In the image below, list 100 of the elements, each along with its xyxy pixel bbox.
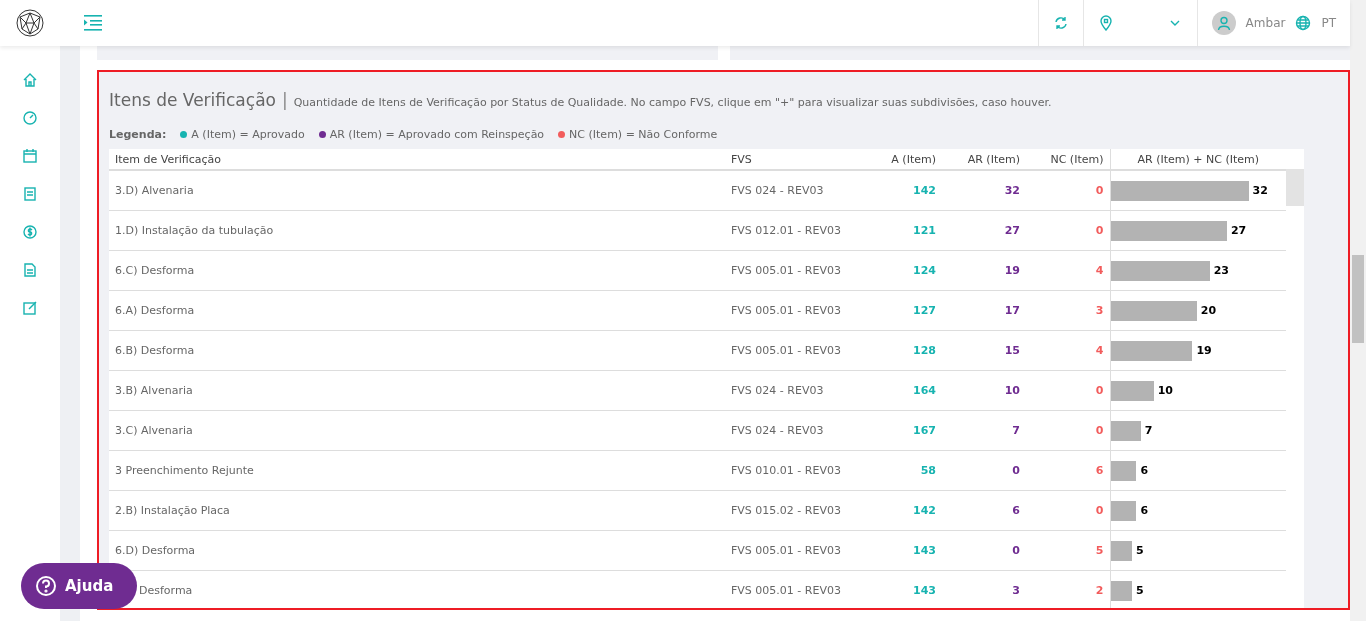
bar [1110, 460, 1137, 481]
panel-subtitle: Quantidade de Itens de Verificação por Status de Qualidade. No campo FVS, clique em "+" para visualizar suas subdivisões, caso houver. [293, 96, 1052, 109]
title-separator: | [281, 90, 288, 110]
bar [1110, 500, 1137, 521]
column-header: FVS [725, 149, 865, 170]
table-cell: 6 [942, 490, 1026, 531]
user-avatar[interactable] [1211, 11, 1236, 35]
globe-icon[interactable] [1295, 15, 1312, 31]
bar-label: 5 [1136, 584, 1144, 597]
bar [1110, 580, 1133, 601]
table-cell: FVS 024 - REV03 [725, 370, 865, 411]
language-selector[interactable]: PT [1321, 16, 1336, 30]
table-cell: 143 [865, 530, 942, 571]
refresh-icon[interactable] [1052, 15, 1069, 31]
bar-label: 5 [1136, 544, 1144, 557]
table-cell: 0 [942, 450, 1026, 491]
table-cell: FVS 005.01 - REV03 [725, 290, 865, 331]
bar-label: 6 [1140, 504, 1149, 517]
table-cell: 6.B) Desforma [109, 330, 725, 371]
table-cell: 0 [1026, 490, 1110, 531]
table-cell: 3.B) Alvenaria [109, 370, 725, 411]
bar-label: 32 [1252, 184, 1268, 197]
table-cell: 4 [1026, 250, 1110, 291]
legend-label: Legenda: [109, 128, 167, 141]
bar-label: 27 [1230, 224, 1247, 237]
table-cell: 121 [865, 210, 942, 251]
table-cell: 17 [942, 290, 1026, 331]
table-cell: 3 [1026, 290, 1110, 331]
table-cell: 0 [942, 530, 1026, 571]
bar-label: 7 [1144, 424, 1153, 437]
table-cell: 164 [865, 370, 942, 411]
table-cell: 3 [942, 570, 1026, 608]
bar-label: 23 [1213, 264, 1229, 277]
column-header: NC (Item) [1026, 149, 1110, 170]
edit-icon[interactable] [22, 300, 38, 316]
table-cell: 7 [942, 410, 1026, 451]
legend-text: NC (Item) = Não Conforme [569, 128, 718, 141]
bar [1110, 540, 1133, 561]
column-header: Item de Verificação [109, 149, 725, 170]
table-cell: 6.C) Desforma [109, 250, 725, 291]
table-cell: 0 [1026, 210, 1110, 251]
table-cell: FVS 012.01 - REV03 [725, 210, 865, 251]
table-cell: FVS 005.01 - REV03 [725, 530, 865, 571]
table-cell: 0 [1026, 370, 1110, 411]
bar-label: 20 [1200, 304, 1217, 317]
bar [1110, 420, 1141, 441]
logo-icon[interactable] [16, 9, 44, 37]
user-name[interactable]: Ambar [1245, 16, 1286, 30]
menu-icon[interactable] [84, 15, 102, 31]
legend-text: AR (Item) = Aprovado com Reinspeção [329, 128, 545, 141]
table-cell: 0 [1026, 410, 1110, 451]
bar-label: 6 [1140, 464, 1149, 477]
table-cell: FVS 005.01 - REV03 [725, 250, 865, 291]
table-cell: 19 [942, 250, 1026, 291]
table-cell: 0 [1026, 170, 1110, 211]
table-cell: 142 [865, 490, 942, 531]
gauge-icon[interactable] [22, 110, 38, 126]
location-pin-icon[interactable] [1097, 15, 1114, 31]
table-cell: 6 [1026, 450, 1110, 491]
scrollbar-thumb[interactable] [1286, 169, 1304, 206]
table-cell: 128 [865, 330, 942, 371]
table-cell: 3.D) Alvenaria [109, 170, 725, 211]
table-cell: FVS 005.01 - REV03 [725, 570, 865, 608]
table-cell: 10 [942, 370, 1026, 411]
column-header: A (Item) [865, 149, 942, 170]
scrollbar-thumb[interactable] [1352, 255, 1364, 343]
table-cell: 15 [942, 330, 1026, 371]
table-cell: 143 [865, 570, 942, 608]
table-cell: 32 [942, 170, 1026, 211]
table-cell: FVS 010.01 - REV03 [725, 450, 865, 491]
report-icon[interactable] [22, 186, 38, 202]
table-cell: 3 Preenchimento Rejunte [109, 450, 725, 491]
table-cell: 2.B) Instalação Placa [109, 490, 725, 531]
table-cell: 124 [865, 250, 942, 291]
table-cell: FVS 005.01 - REV03 [725, 330, 865, 371]
bar [1110, 380, 1154, 401]
document-icon[interactable] [22, 262, 38, 278]
legend-text: A (Item) = Aprovado [191, 128, 305, 141]
table-cell: 6.A) Desforma [109, 290, 725, 331]
bar-label: 10 [1157, 384, 1173, 397]
table-cell: 58 [865, 450, 942, 491]
table-cell: FVS 024 - REV03 [725, 410, 865, 451]
table-cell: 167 [865, 410, 942, 451]
calendar-icon[interactable] [22, 148, 38, 164]
table-cell: 4 [1026, 330, 1110, 371]
help-icon [35, 575, 57, 597]
table-cell: 5 [1026, 530, 1110, 571]
column-header: AR (Item) [942, 149, 1026, 170]
table-cell: 27 [942, 210, 1026, 251]
table-cell: 2 [1026, 570, 1110, 608]
dollar-icon[interactable] [22, 224, 38, 240]
home-icon[interactable] [22, 72, 38, 88]
table-cell: 3.C) Alvenaria [109, 410, 725, 451]
table-cell: 1.D) Instalação da tubulação [109, 210, 725, 251]
table-cell: FVS 015.02 - REV03 [725, 490, 865, 531]
table-cell: FVS 024 - REV03 [725, 170, 865, 211]
table-cell: 142 [865, 170, 942, 211]
bar-label: 19 [1196, 344, 1212, 357]
table-cell: 127 [865, 290, 942, 331]
panel-title: Itens de Verificação [109, 90, 276, 110]
